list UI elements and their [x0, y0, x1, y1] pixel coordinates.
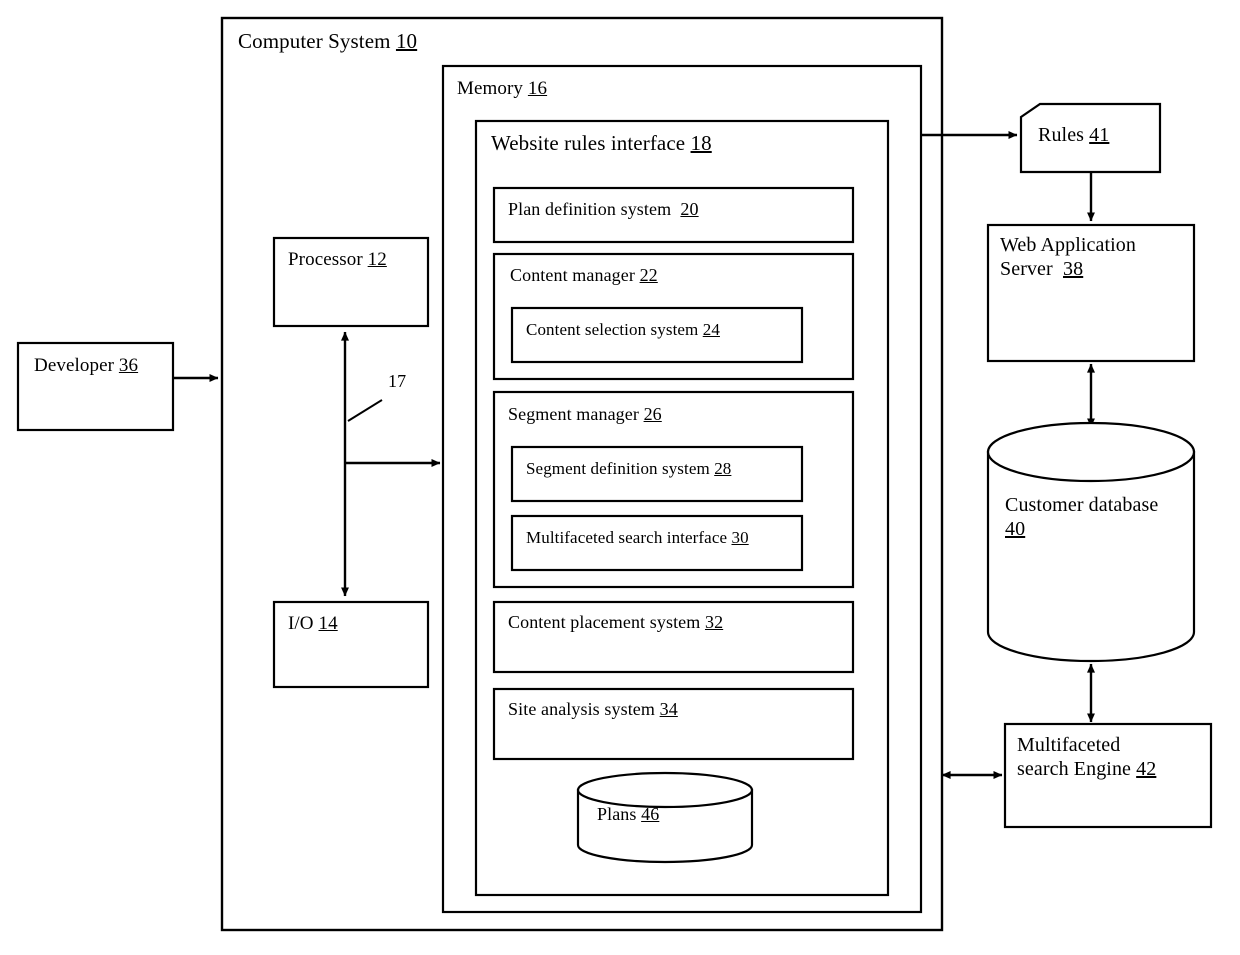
content-selection-system-ref: 24 — [702, 320, 720, 339]
plan-definition-system-label-text: Plan definition system — [508, 199, 672, 219]
content-manager-label: Content manager 22 — [510, 265, 658, 286]
multifaceted-search-interface-ref: 30 — [731, 528, 749, 547]
computer-system-label: Computer System 10 — [238, 29, 417, 54]
plans-label-text: Plans — [597, 804, 637, 824]
multifaceted-search-engine-label-text2: search Engine — [1017, 757, 1132, 780]
content-manager-ref: 22 — [639, 265, 658, 285]
segment-definition-system-label-text: Segment definition system — [526, 459, 710, 478]
content-manager-label-text: Content manager — [510, 265, 635, 285]
multifaceted-search-engine-label-line2: search Engine 42 — [1017, 758, 1156, 782]
segment-manager-ref: 26 — [643, 404, 662, 424]
multifaceted-search-engine-label: Multifaceted search Engine 42 — [1017, 734, 1156, 781]
processor-ref: 12 — [367, 249, 387, 270]
web-application-server-label-line2: Server 38 — [1000, 258, 1136, 282]
segment-definition-system-ref: 28 — [714, 459, 732, 478]
memory-label-text: Memory — [457, 78, 524, 99]
plan-definition-system-ref: 20 — [680, 199, 699, 219]
bus-ref-label: 17 — [388, 371, 406, 392]
segment-manager-label-text: Segment manager — [508, 404, 639, 424]
rules-label-text: Rules — [1038, 124, 1085, 146]
website-rules-interface-label-text: Website rules interface — [491, 131, 686, 155]
multifaceted-search-engine-ref: 42 — [1136, 757, 1157, 780]
io-label: I/O 14 — [288, 613, 338, 635]
bus-ref-text: 17 — [388, 371, 407, 391]
web-application-server-ref: 38 — [1063, 257, 1084, 280]
plans-datastore-label: Plans 46 — [597, 804, 659, 825]
multifaceted-search-engine-label-line1: Multifaceted — [1017, 734, 1121, 756]
multifaceted-search-interface-label: Multifaceted search interface 30 — [526, 528, 749, 548]
customer-database-label: Customer database 40 — [1005, 494, 1158, 541]
rules-ref: 41 — [1089, 124, 1110, 146]
web-application-server-label-line1: Web Application — [1000, 234, 1136, 256]
customer-database-ref: 40 — [1005, 517, 1026, 540]
developer-ref: 36 — [118, 355, 139, 376]
io-label-text: I/O — [288, 613, 314, 634]
content-placement-system-label: Content placement system 32 — [508, 612, 723, 633]
website-rules-interface-label: Website rules interface 18 — [491, 131, 712, 156]
computer-system-ref: 10 — [395, 29, 418, 53]
web-application-server-label: Web Application Server 38 — [1000, 234, 1136, 281]
web-application-server-label-text2: Server — [1000, 257, 1053, 280]
figure-canvas: Computer System 10 Memory 16 Website rul… — [0, 0, 1240, 955]
processor-label-text: Processor — [288, 249, 363, 270]
customer-database-cylinder — [986, 421, 1196, 663]
content-selection-system-label: Content selection system 24 — [526, 320, 720, 340]
customer-database-label-line1: Customer database — [1005, 494, 1159, 516]
memory-ref: 16 — [527, 78, 548, 99]
developer-label: Developer 36 — [34, 355, 138, 377]
segment-manager-label: Segment manager 26 — [508, 404, 662, 425]
content-placement-system-label-text: Content placement system — [508, 612, 701, 632]
content-placement-system-ref: 32 — [704, 612, 724, 632]
site-analysis-system-label: Site analysis system 34 — [508, 699, 678, 720]
plans-ref: 46 — [641, 804, 660, 824]
plan-definition-system-label: Plan definition system 20 — [508, 199, 699, 220]
computer-system-label-text: Computer System — [238, 29, 391, 53]
developer-label-text: Developer — [34, 355, 115, 376]
site-analysis-system-label-text: Site analysis system — [508, 699, 655, 719]
segment-definition-system-label: Segment definition system 28 — [526, 459, 731, 479]
multifaceted-search-interface-label-text: Multifaceted search interface — [526, 528, 728, 547]
customer-database-label-line2: 40 — [1005, 518, 1158, 542]
io-ref: 14 — [318, 613, 338, 634]
website-rules-interface-ref: 18 — [690, 131, 712, 155]
site-analysis-system-ref: 34 — [659, 699, 678, 719]
processor-label: Processor 12 — [288, 249, 387, 271]
memory-label: Memory 16 — [457, 78, 547, 100]
content-selection-system-label-text: Content selection system — [526, 320, 699, 339]
rules-label: Rules 41 — [1038, 124, 1109, 148]
